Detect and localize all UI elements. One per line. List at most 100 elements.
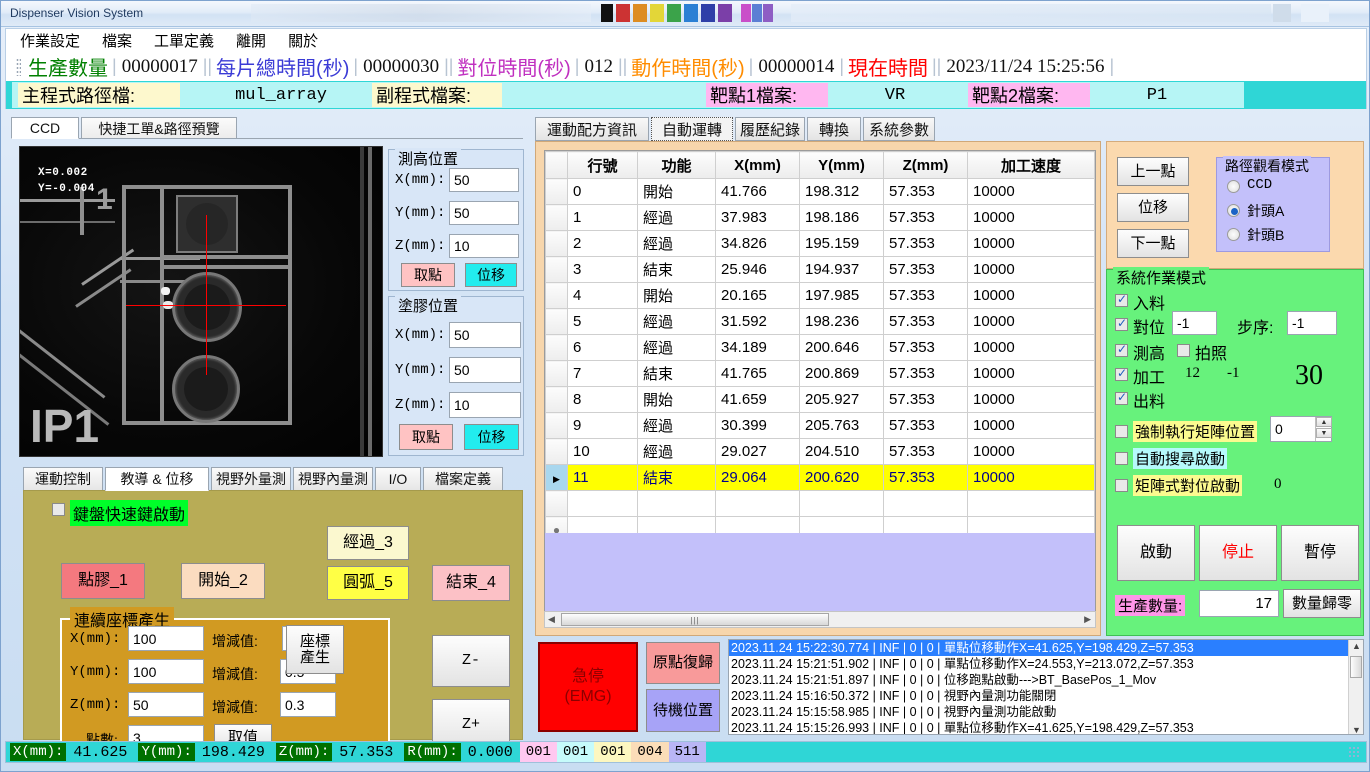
cell-y[interactable]: 205.763 [799,412,884,439]
next-point-button[interactable]: 下一點 [1117,229,1189,258]
glue-point-button[interactable]: 點膠_1 [61,563,145,599]
cell-function[interactable]: 開始 [637,386,716,413]
log-scroll-up-arrow[interactable]: ▲ [1352,641,1361,651]
cell-y[interactable]: 200.620 [799,464,884,491]
cell-speed[interactable]: 10000 [967,412,1095,439]
tab-file-definition[interactable]: 檔案定義 [423,467,503,491]
cell-speed[interactable]: 10000 [967,204,1095,231]
column-header-z[interactable]: Z(mm) [883,151,968,179]
z-minus-button[interactable]: Z- [432,635,510,687]
row-selector-cell[interactable]: ▶ [545,464,568,491]
height-z-input[interactable]: 10 [449,234,519,258]
cell-speed[interactable]: 10000 [967,360,1095,387]
radio-view-ccd[interactable] [1227,180,1240,193]
glue-y-input[interactable]: 50 [449,357,521,383]
log-entry[interactable]: 2023.11.24 15:22:30.774 | INF | 0 | 0 | … [729,640,1348,656]
keyboard-hotkey-checkbox[interactable] [52,503,65,516]
ccd-camera-view[interactable]: IP1 1 X=0.002 Y=-0.004 [19,146,383,457]
table-row[interactable]: 1 經過 37.983 198.186 57.353 10000 [545,204,1095,231]
start-point-button[interactable]: 開始_2 [181,563,265,599]
log-scroll-down-arrow[interactable]: ▼ [1352,725,1361,734]
cell-y[interactable]: 198.236 [799,308,884,335]
end-point-button[interactable]: 結束_4 [432,565,510,601]
row-selector-cell[interactable] [545,282,568,309]
cell-z[interactable]: 57.353 [883,386,968,413]
pass-point-button[interactable]: 經過_3 [327,526,409,560]
cell-line-no[interactable]: 0 [567,178,638,205]
cell-line-no[interactable]: 10 [567,438,638,465]
cell-y[interactable]: 197.985 [799,282,884,309]
scroll-left-arrow[interactable]: ◀ [548,614,555,625]
menu-item-0[interactable]: 作業設定 [20,30,80,51]
cell-speed[interactable]: 10000 [967,256,1095,283]
tab-teach-and-move[interactable]: 教導 & 位移 [105,467,209,491]
step-value-input[interactable]: -1 [1287,311,1337,335]
glue-z-input[interactable]: 10 [449,392,521,418]
cell-y[interactable]: 198.312 [799,178,884,205]
tab-convert[interactable]: 轉換 [807,117,861,141]
cell-x[interactable]: 41.659 [715,386,800,413]
grid-horizontal-scrollbar[interactable]: ◀ ||| ▶ [544,611,1096,628]
glue-move-button[interactable]: 位移 [464,424,519,450]
tab-io[interactable]: I/O [375,467,421,491]
cell-x[interactable]: 29.027 [715,438,800,465]
cell-z[interactable]: 57.353 [883,438,968,465]
table-row[interactable]: 0 開始 41.766 198.312 57.353 10000 [545,178,1095,205]
column-header-line-no[interactable]: 行號 [567,151,638,179]
align-value-input[interactable]: -1 [1172,311,1217,335]
previous-point-button[interactable]: 上一點 [1117,157,1189,186]
row-selector-cell[interactable] [545,412,568,439]
row-selector-cell[interactable] [545,204,568,231]
menu-item-2[interactable]: 工單定義 [154,30,214,51]
cell-x[interactable]: 34.189 [715,334,800,361]
process-checkbox[interactable] [1115,366,1128,381]
table-row[interactable]: ▶ 11 結束 29.064 200.620 57.353 10000 [545,464,1095,491]
log-entry[interactable]: 2023.11.24 15:15:58.985 | INF | 0 | 0 | … [729,704,1348,720]
scroll-thumb[interactable]: ||| [561,613,829,626]
cell-function[interactable]: 經過 [637,308,716,335]
table-row[interactable] [545,490,1095,517]
table-row[interactable]: 8 開始 41.659 205.927 57.353 10000 [545,386,1095,413]
force-matrix-spin-up[interactable]: ▲ [1316,417,1332,427]
tab-outside-fov-measure[interactable]: 視野外量測 [211,467,291,491]
height-x-input[interactable]: 50 [449,168,519,192]
log-vertical-scrollbar[interactable]: ▲ ▼ [1348,640,1363,734]
reset-count-button[interactable]: 數量歸零 [1283,589,1361,618]
cell-function[interactable]: 結束 [637,360,716,387]
table-row[interactable]: 7 結束 41.765 200.869 57.353 10000 [545,360,1095,387]
cell-x[interactable]: 29.064 [715,464,800,491]
row-selector-cell[interactable] [545,490,568,517]
radio-view-needle-a[interactable] [1227,204,1240,217]
tab-inside-fov-measure[interactable]: 視野內量測 [293,467,373,491]
glue-pick-point-button[interactable]: 取點 [399,424,453,450]
tab-motion-control[interactable]: 運動控制 [23,467,103,491]
column-header-function[interactable]: 功能 [637,151,716,179]
production-count-input[interactable]: 17 [1199,590,1279,617]
table-row[interactable]: 4 開始 20.165 197.985 57.353 10000 [545,282,1095,309]
home-return-button[interactable]: 原點復歸 [646,642,720,684]
cell-speed[interactable]: 10000 [967,282,1095,309]
cell-speed[interactable]: 10000 [967,178,1095,205]
photo-checkbox[interactable] [1177,344,1190,357]
coordgen-z-input[interactable]: 50 [128,692,204,717]
cell-x[interactable]: 30.399 [715,412,800,439]
target1-file-value[interactable]: VR [832,84,958,107]
cell-x[interactable] [715,490,800,517]
cell-speed[interactable]: 10000 [967,386,1095,413]
glue-x-input[interactable]: 50 [449,322,521,348]
menu-item-1[interactable]: 檔案 [102,30,132,51]
column-header-y[interactable]: Y(mm) [799,151,884,179]
height-pick-point-button[interactable]: 取點 [401,263,455,287]
tab-quick-order-path-preview[interactable]: 快捷工單&路徑預覽 [81,117,237,139]
table-row[interactable]: 9 經過 30.399 205.763 57.353 10000 [545,412,1095,439]
cell-function[interactable]: 開始 [637,178,716,205]
cell-y[interactable]: 204.510 [799,438,884,465]
cell-line-no[interactable]: 2 [567,230,638,257]
discharge-checkbox[interactable] [1115,390,1128,405]
pause-button[interactable]: 暫停 [1281,525,1359,581]
cell-x[interactable]: 31.592 [715,308,800,335]
cell-z[interactable]: 57.353 [883,412,968,439]
cell-function[interactable]: 結束 [637,256,716,283]
path-data-grid[interactable]: 行號 功能 X(mm) Y(mm) Z(mm) 加工速度 0 開始 41.766 19… [544,150,1096,612]
cell-z[interactable]: 57.353 [883,464,968,491]
